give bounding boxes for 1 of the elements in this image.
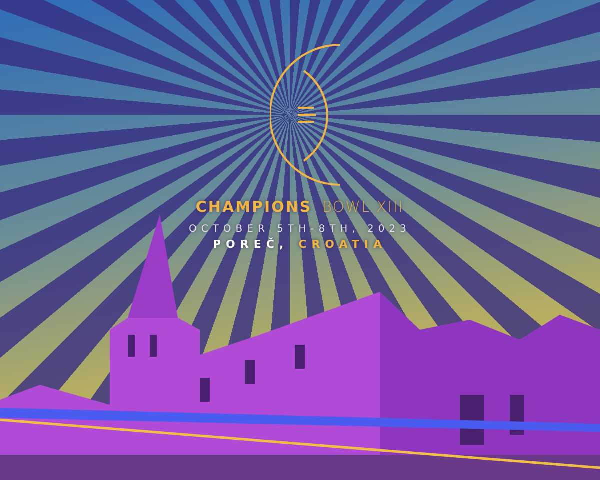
event-title: CHAMPIONS [196,198,312,216]
